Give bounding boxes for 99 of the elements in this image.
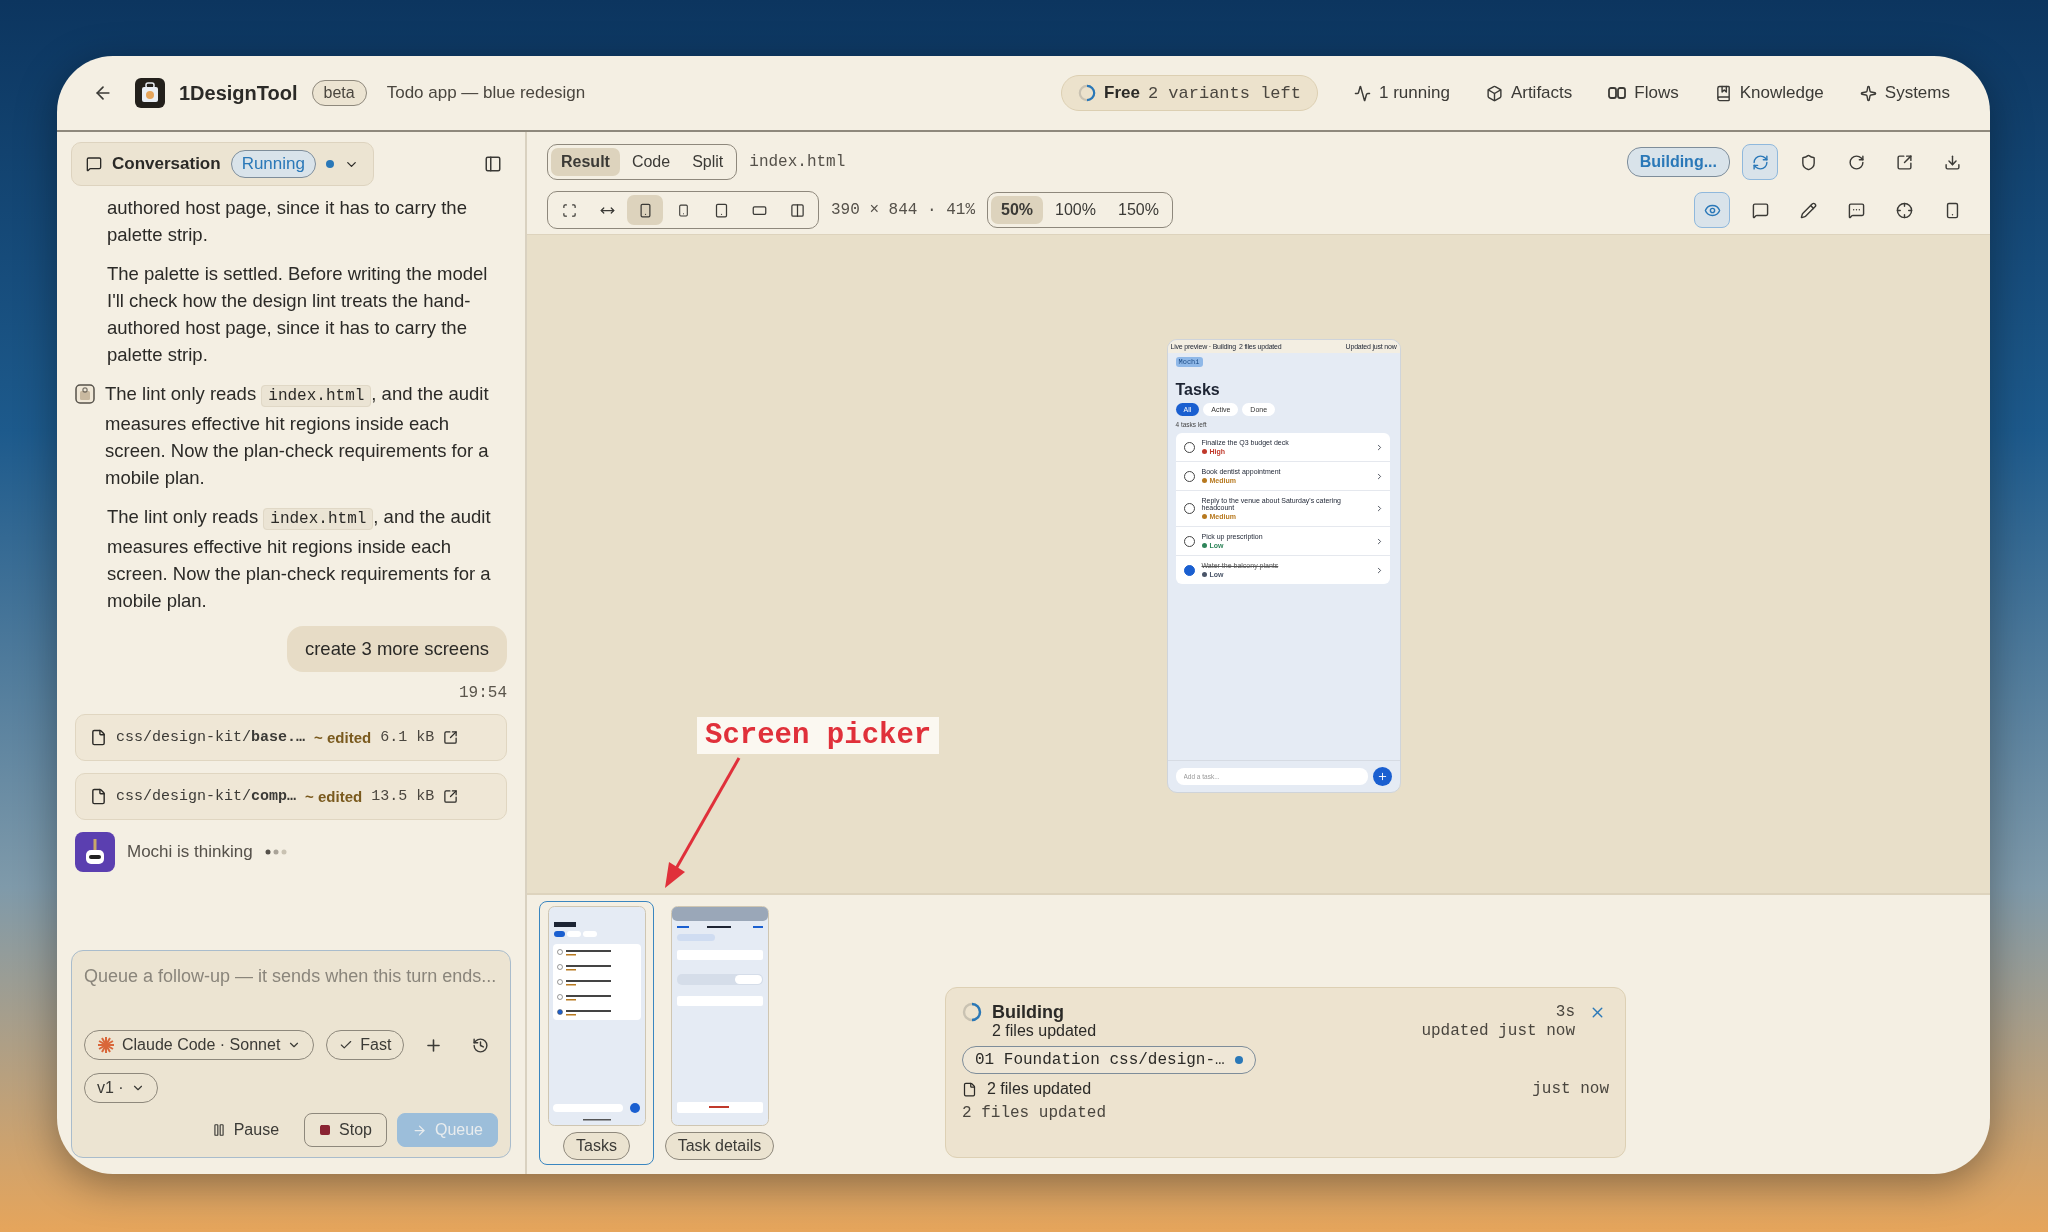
phone-icon — [676, 203, 690, 217]
comment-icon — [1751, 201, 1769, 219]
message-text: The lint only reads index.html , and the audit measures effective hit regions inside each screen. Now the plan-check requirements for a mobile plan. — [106, 505, 492, 613]
pencil-icon — [1799, 201, 1817, 219]
starburst-icon — [97, 1036, 115, 1054]
screen-title: Tasks — [1175, 381, 1221, 399]
build-title: Building — [992, 1001, 1064, 1023]
beta-badge: beta — [311, 80, 367, 106]
app-name: 1DesignTool — [179, 81, 298, 105]
double-square-icon — [1608, 87, 1627, 99]
file-card[interactable]: css/design-kit/base.… ~ edited 6.1 kB — [75, 714, 507, 761]
stop-button[interactable]: Stop — [304, 1113, 387, 1147]
pause-button[interactable]: Pause — [196, 1113, 295, 1147]
message-input[interactable]: Queue a follow-up — it sends when this turn ends... — [84, 963, 498, 1017]
project-title: Todo app — blue redesign — [386, 83, 586, 103]
external-link-icon — [443, 789, 459, 804]
activity-icon — [1354, 84, 1371, 102]
shield-icon — [1799, 153, 1817, 171]
nav-link[interactable]: 1 running — [1354, 83, 1450, 103]
refresh-button[interactable] — [1742, 144, 1778, 180]
view-tab[interactable]: Result — [551, 148, 620, 176]
nav-link[interactable]: Systems — [1859, 83, 1950, 103]
status-pill: Building... — [1626, 147, 1730, 177]
status-pill: Running — [230, 150, 316, 178]
viewport-size: 390 × 844 · 41% — [831, 201, 976, 219]
bot-avatar-icon — [75, 832, 115, 872]
zoom-option[interactable]: 50% — [991, 196, 1044, 224]
conversation-selector[interactable]: Conversation Running — [71, 142, 374, 186]
book-icon — [1714, 84, 1732, 102]
external-link-icon — [443, 730, 459, 745]
build-row-text: 2 files updated — [987, 1080, 1092, 1098]
file-size: 13.5 kB — [371, 788, 435, 805]
sparkle-icon — [1859, 84, 1877, 102]
fullscreen-icon — [561, 202, 577, 218]
build-row-time: just now — [1532, 1080, 1609, 1098]
screen-thumbnail[interactable]: Tasks — [539, 901, 654, 1165]
refresh-icon — [1751, 153, 1769, 171]
build-subtitle: 2 files updated — [992, 1022, 1097, 1040]
file-path: css/design-kit/base.… — [116, 729, 306, 746]
annotation-label: Screen picker — [697, 717, 940, 754]
plan-badge: Free 2 variants left — [1061, 75, 1318, 111]
task-checkbox[interactable] — [1183, 564, 1195, 576]
external-link-icon — [1895, 153, 1913, 171]
file-path: css/design-kit/comp… — [116, 788, 297, 805]
message-time: 19:54 — [459, 684, 507, 702]
conversation-title: Conversation — [112, 154, 221, 174]
file-status: ~ edited — [305, 788, 363, 805]
build-elapsed: 3s — [1555, 1003, 1575, 1021]
comment-dots-icon — [1847, 201, 1865, 219]
progress-dot — [1234, 1056, 1243, 1064]
build-updated: updated just now — [1421, 1022, 1575, 1040]
zoom-option[interactable]: 150% — [1108, 196, 1169, 224]
agent-avatar-icon — [75, 384, 95, 404]
nav-link[interactable]: Flows — [1608, 83, 1679, 103]
file-icon — [90, 788, 107, 805]
typing-dots-icon — [264, 849, 287, 855]
cube-icon — [1485, 84, 1503, 102]
message-text: authored host page, since it has to carry the palette strip. — [106, 196, 468, 247]
screen-label[interactable]: Task details — [664, 1132, 775, 1160]
arrow-right-icon — [411, 1122, 427, 1138]
app-logo-icon — [135, 78, 165, 108]
thinking-text: Mochi is thinking — [127, 842, 253, 862]
file-status: ~ edited — [314, 729, 372, 746]
file-size: 6.1 kB — [380, 729, 435, 746]
view-tab[interactable]: Split — [682, 148, 734, 176]
build-step-chip: 01 Foundation css/design-… — [962, 1046, 1256, 1074]
message-text: The palette is settled. Before writing the model I'll check how the design lint treats the hand-authored host page, since it has to carry the palette strip. — [106, 262, 489, 367]
comment-icon — [86, 156, 102, 172]
history-icon — [472, 1036, 490, 1054]
eye-button[interactable] — [1694, 192, 1730, 228]
crosshair-icon — [1895, 201, 1913, 219]
reload-icon — [1847, 153, 1865, 171]
check-icon — [339, 1038, 354, 1052]
sidebar-icon — [484, 155, 502, 173]
download-icon — [1943, 153, 1961, 171]
user-message: create 3 more screens — [286, 626, 507, 672]
file-card[interactable]: css/design-kit/comp… ~ edited 13.5 kB — [75, 773, 507, 820]
file-icon — [962, 1081, 977, 1097]
add-task-button[interactable] — [1372, 767, 1392, 786]
phone-icon — [637, 202, 653, 218]
columns-icon — [789, 202, 805, 218]
spinner-icon — [1078, 84, 1097, 102]
zoom-option[interactable]: 100% — [1045, 196, 1106, 224]
nav-link[interactable]: Artifacts — [1485, 83, 1573, 103]
stop-icon — [319, 1124, 332, 1136]
message-text: The lint only reads index.html , and the audit measures effective hit regions inside each screen. Now the plan-check requirements for a mobile plan. — [105, 382, 490, 490]
screen-thumbnail[interactable]: Task details — [662, 901, 777, 1165]
plus-icon — [1376, 771, 1388, 782]
device-button[interactable] — [627, 195, 663, 225]
file-icon — [90, 729, 107, 746]
view-tab[interactable]: Code — [621, 148, 681, 176]
status-dot — [325, 160, 334, 168]
nav-link[interactable]: Knowledge — [1714, 83, 1824, 103]
build-footer: 2 files updated — [962, 1104, 1609, 1122]
screen-label[interactable]: Tasks — [563, 1132, 630, 1160]
pause-icon — [211, 1123, 226, 1137]
tablet-icon — [713, 202, 729, 218]
file-name: index.html — [749, 153, 846, 171]
spinner-icon — [962, 1002, 982, 1022]
